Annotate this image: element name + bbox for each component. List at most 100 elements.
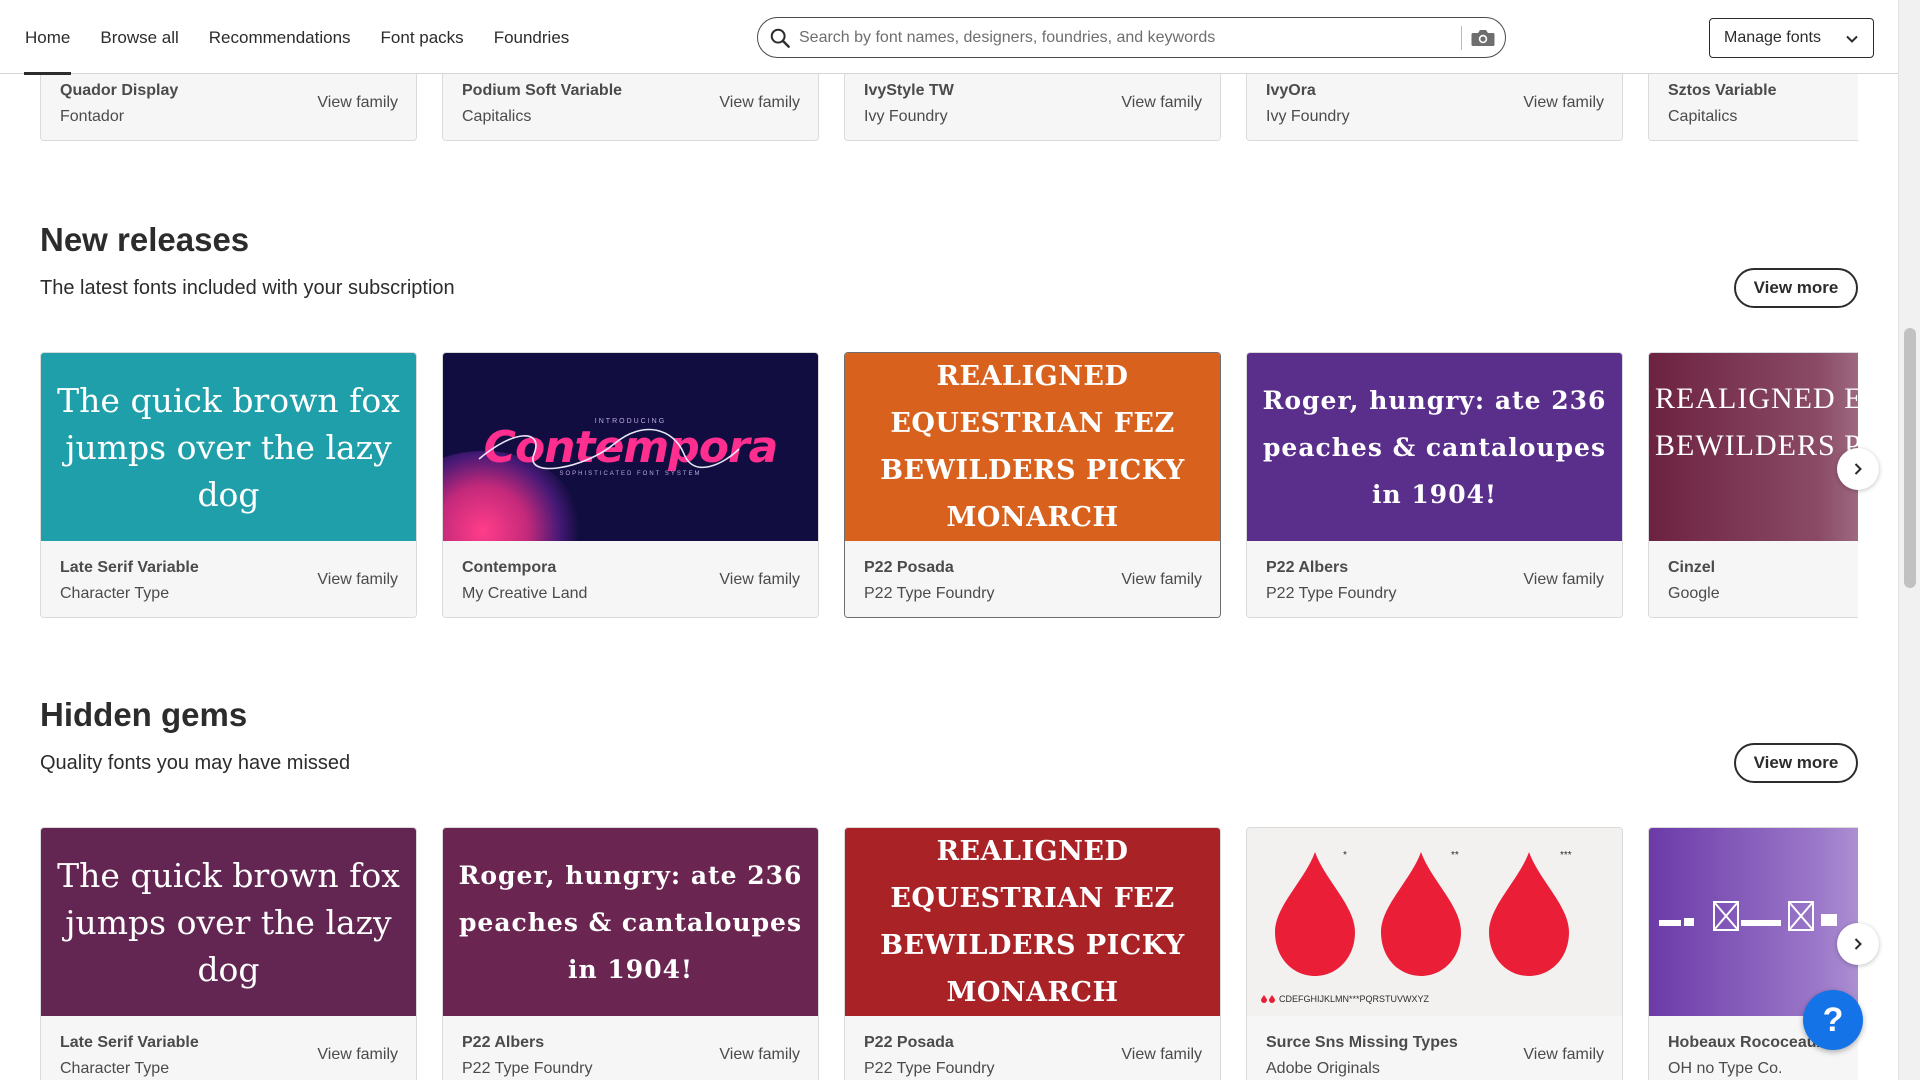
view-more-button-new-releases[interactable]: View more <box>1734 268 1858 308</box>
foundry-name: P22 Type Foundry <box>1266 585 1397 602</box>
primary-nav: Home Browse all Recommendations Font pac… <box>23 0 599 75</box>
font-card[interactable]: Realigned equestrian fez bewilders picky… <box>844 352 1221 618</box>
chevron-down-icon <box>1846 35 1858 43</box>
font-card[interactable]: * ** *** CDEFGHIJKLMN***PQRSTUVWXYZ Surc… <box>1246 827 1623 1080</box>
foundry-name: Fontador <box>60 108 125 125</box>
sample-text: Realigned equestrian fez bewilders picky… <box>880 361 1185 533</box>
search-icon <box>770 28 790 48</box>
mark-3: *** <box>1560 850 1572 861</box>
sample-text: Roger, hungry: ate 236 peaches & cantalo… <box>458 860 803 984</box>
font-card[interactable]: Sztos Variable Capitalics <box>1648 74 1858 141</box>
foundry-name: My Creative Land <box>462 585 588 602</box>
view-family-link[interactable]: View family <box>1121 571 1202 589</box>
font-name: P22 Posada <box>864 559 954 576</box>
font-card[interactable]: Realigned equestrian fez bewilders picky… <box>1648 352 1858 618</box>
view-family-link[interactable]: View family <box>317 571 398 589</box>
font-name: Surce Sns Missing Types <box>1266 1034 1458 1051</box>
font-card[interactable]: IvyOra Ivy Foundry View family <box>1246 74 1623 141</box>
foundry-name: Character Type <box>60 1060 170 1077</box>
search-bar[interactable] <box>757 17 1506 58</box>
font-card[interactable]: Podium Soft Variable Capitalics View fam… <box>442 74 819 141</box>
nav-item-browse-all[interactable]: Browse all <box>100 0 178 74</box>
manage-fonts-label: Manage fonts <box>1724 29 1821 46</box>
foundry-name: P22 Type Foundry <box>864 585 995 602</box>
view-family-link[interactable]: View family <box>719 94 800 112</box>
scrollbar-thumb[interactable] <box>1904 328 1916 588</box>
view-family-link[interactable]: View family <box>719 1046 800 1064</box>
view-family-link[interactable]: View family <box>1523 94 1604 112</box>
font-preview: Roger, hungry: ate 236 peaches & cantalo… <box>443 828 818 1016</box>
view-family-link[interactable]: View family <box>1523 1046 1604 1064</box>
foundry-name: P22 Type Foundry <box>864 1060 995 1077</box>
font-card[interactable]: IvyStyle TW Ivy Foundry View family <box>844 74 1221 141</box>
font-card[interactable]: Roger, hungry: ate 236 peaches & cantalo… <box>442 827 819 1080</box>
search-divider <box>1461 26 1462 50</box>
font-card[interactable]: Realigned equestrian fez bewilders picky… <box>844 827 1221 1080</box>
main-content: Quador Display Fontador View family Podi… <box>0 74 1898 1080</box>
font-name: Cinzel <box>1668 559 1716 576</box>
font-card[interactable]: INTRODUCING Contempora SOPHISTICATED FON… <box>442 352 819 618</box>
font-preview <box>1649 828 1858 1016</box>
view-family-link[interactable]: View family <box>317 1046 398 1064</box>
font-preview: INTRODUCING Contempora SOPHISTICATED FON… <box>443 353 818 541</box>
section-title-hidden-gems: Hidden gems <box>40 696 248 733</box>
carousel-next-button-hidden-gems[interactable] <box>1837 923 1879 965</box>
view-family-link[interactable]: View family <box>1121 1046 1202 1064</box>
page-scrollbar[interactable] <box>1898 0 1920 1080</box>
sample-text: Realigned equestrian fez bewilders picky… <box>880 836 1185 1008</box>
foundry-name: Ivy Foundry <box>864 108 948 125</box>
font-name: Contempora <box>462 559 557 576</box>
view-family-link[interactable]: View family <box>719 571 800 589</box>
view-more-button-hidden-gems[interactable]: View more <box>1734 743 1858 783</box>
hidden-gems-carousel: The quick brown fox jumps over the lazy … <box>40 827 1858 1080</box>
font-card[interactable]: Roger, hungry: ate 236 peaches & cantalo… <box>1246 352 1623 618</box>
view-family-link[interactable]: View family <box>317 94 398 112</box>
carousel-next-button-new-releases[interactable] <box>1837 448 1879 490</box>
chevron-right-icon <box>1854 938 1862 950</box>
font-name: Late Serif Variable <box>60 1034 199 1051</box>
font-name: P22 Albers <box>1266 559 1349 576</box>
font-preview: The quick brown fox jumps over the lazy … <box>41 353 416 541</box>
section-subtitle-new-releases: The latest fonts included with your subs… <box>40 277 455 299</box>
ornamental-glyphs-illustration <box>1659 901 1837 931</box>
font-name: P22 Posada <box>864 1034 954 1051</box>
foundry-name: Ivy Foundry <box>1266 108 1350 125</box>
search-input[interactable] <box>799 19 1439 56</box>
font-preview: The quick brown fox jumps over the lazy … <box>41 828 416 1016</box>
font-name: IvyOra <box>1266 82 1316 99</box>
top-navigation-bar: Home Browse all Recommendations Font pac… <box>0 0 1898 75</box>
nav-item-home[interactable]: Home <box>23 0 72 75</box>
nav-item-foundries[interactable]: Foundries <box>494 0 570 74</box>
manage-fonts-button[interactable]: Manage fonts <box>1709 18 1874 58</box>
nav-item-recommendations[interactable]: Recommendations <box>209 0 351 74</box>
view-family-link[interactable]: View family <box>1523 571 1604 589</box>
font-preview: Realigned equestrian fez bewilders picky… <box>845 353 1220 541</box>
help-button[interactable]: ? <box>1803 990 1863 1050</box>
font-preview: Realigned equestrian fez bewilders picky… <box>845 828 1220 1016</box>
font-name: IvyStyle TW <box>864 82 954 99</box>
foundry-name: Capitalics <box>462 108 532 125</box>
section-subtitle-hidden-gems: Quality fonts you may have missed <box>40 752 351 774</box>
view-family-link[interactable]: View family <box>1121 94 1202 112</box>
font-card[interactable]: The quick brown fox jumps over the lazy … <box>40 827 417 1080</box>
foundry-name: Adobe Originals <box>1266 1060 1380 1077</box>
font-preview: Realigned equestrian fez bewilders picky… <box>1649 353 1858 541</box>
foundry-name: OH no Type Co. <box>1668 1060 1783 1077</box>
help-icon: ? <box>1822 1000 1844 1039</box>
sample-text: The quick brown fox jumps over the lazy … <box>57 380 400 514</box>
sample-text: Realigned equestrian fez bewilders picky… <box>1655 382 1858 462</box>
new-releases-carousel: The quick brown fox jumps over the lazy … <box>40 352 1858 652</box>
nav-item-font-packs[interactable]: Font packs <box>381 0 464 74</box>
font-card[interactable]: The quick brown fox jumps over the lazy … <box>40 352 417 618</box>
font-card[interactable]: Quador Display Fontador View family <box>40 74 417 141</box>
font-name: Hobeaux Rococeaux <box>1668 1034 1826 1051</box>
camera-icon[interactable] <box>1470 27 1496 49</box>
foundry-name: Capitalics <box>1668 108 1738 125</box>
previous-section-row: Quador Display Fontador View family Podi… <box>40 74 1858 141</box>
foundry-name: P22 Type Foundry <box>462 1060 593 1077</box>
font-preview: Roger, hungry: ate 236 peaches & cantalo… <box>1247 353 1622 541</box>
font-name: Sztos Variable <box>1668 82 1777 99</box>
section-title-new-releases: New releases <box>40 221 250 258</box>
script-swash-decoration <box>478 428 740 469</box>
font-name: Late Serif Variable <box>60 559 199 576</box>
